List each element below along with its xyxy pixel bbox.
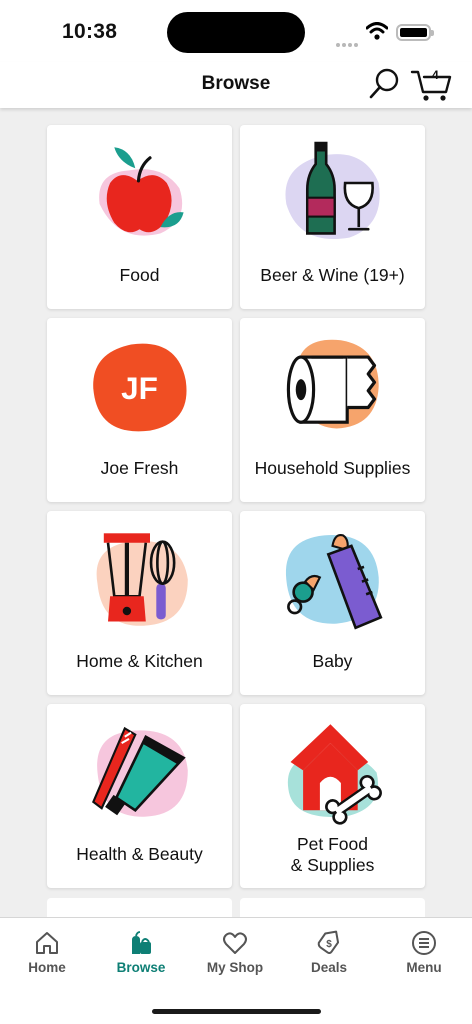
category-label: Home & Kitchen bbox=[76, 651, 203, 671]
category-tile-food[interactable]: Food bbox=[47, 125, 232, 309]
browse-groceries-icon bbox=[132, 931, 151, 954]
tab-label: Browse bbox=[116, 960, 166, 975]
tab-home[interactable]: Home bbox=[0, 930, 94, 975]
paper-towel-icon bbox=[286, 339, 379, 429]
tag-icon: $ bbox=[317, 930, 340, 955]
home-icon bbox=[36, 932, 58, 954]
tab-label: Home bbox=[28, 960, 66, 975]
tab-menu[interactable]: Menu bbox=[377, 930, 471, 975]
svg-text:$: $ bbox=[326, 939, 332, 950]
category-tile-beer-wine[interactable]: Beer & Wine (19+) bbox=[240, 125, 425, 309]
apple-icon bbox=[99, 147, 184, 236]
cart-button[interactable]: 4 bbox=[410, 64, 454, 104]
tab-my-shop[interactable]: My Shop bbox=[188, 930, 282, 975]
home-indicator bbox=[152, 1009, 321, 1014]
menu-icon bbox=[412, 931, 436, 955]
tab-bar: Home Browse My Shop $ Deals Menu bbox=[0, 917, 472, 1024]
heart-icon bbox=[223, 932, 247, 954]
tab-browse[interactable]: Browse bbox=[94, 930, 188, 975]
header: Browse 4 bbox=[0, 62, 472, 108]
tab-label: Menu bbox=[406, 960, 442, 975]
cellular-signal-icon bbox=[336, 34, 360, 52]
tab-deals[interactable]: $ Deals bbox=[282, 930, 376, 975]
joe-fresh-logo-icon: JF bbox=[93, 343, 187, 432]
category-label: Food bbox=[119, 265, 160, 285]
category-label: Health & Beauty bbox=[76, 844, 203, 864]
category-tile-baby[interactable]: Baby bbox=[240, 511, 425, 695]
dynamic-island bbox=[167, 12, 305, 53]
search-icon bbox=[369, 68, 399, 99]
wifi-icon bbox=[366, 22, 388, 40]
category-label: Baby bbox=[312, 651, 353, 671]
category-label: Joe Fresh bbox=[100, 458, 179, 478]
category-label-line2: & Supplies bbox=[290, 855, 375, 875]
battery-icon bbox=[396, 24, 434, 41]
category-label-line1: Pet Food bbox=[296, 834, 369, 854]
tab-label: My Shop bbox=[206, 960, 264, 975]
category-label: Pet Food & Supplies bbox=[240, 834, 425, 876]
tab-label: Deals bbox=[310, 960, 348, 975]
cart-count-badge: 4 bbox=[432, 68, 439, 82]
category-tile-joe-fresh[interactable]: JF Joe Fresh bbox=[47, 318, 232, 502]
search-button[interactable] bbox=[367, 66, 403, 102]
category-tile-health-beauty[interactable]: Health & Beauty bbox=[47, 704, 232, 888]
category-label: Household Supplies bbox=[254, 458, 411, 478]
category-tile-home-kitchen[interactable]: Home & Kitchen bbox=[47, 511, 232, 695]
blender-whisk-icon bbox=[96, 533, 188, 626]
doghouse-bone-icon bbox=[287, 724, 382, 825]
status-time: 10:38 bbox=[62, 20, 118, 43]
toothbrush-toothpaste-icon bbox=[92, 726, 188, 817]
svg-text:JF: JF bbox=[121, 370, 158, 406]
wine-bottle-icon bbox=[285, 141, 380, 239]
category-tile-pet-food-supplies[interactable]: Pet Food & Supplies bbox=[240, 704, 425, 888]
category-tile-household-supplies[interactable]: Household Supplies bbox=[240, 318, 425, 502]
baby-bottle-icon bbox=[285, 534, 383, 630]
status-bar: 10:38 bbox=[0, 0, 472, 62]
category-label: Beer & Wine (19+) bbox=[260, 265, 405, 285]
